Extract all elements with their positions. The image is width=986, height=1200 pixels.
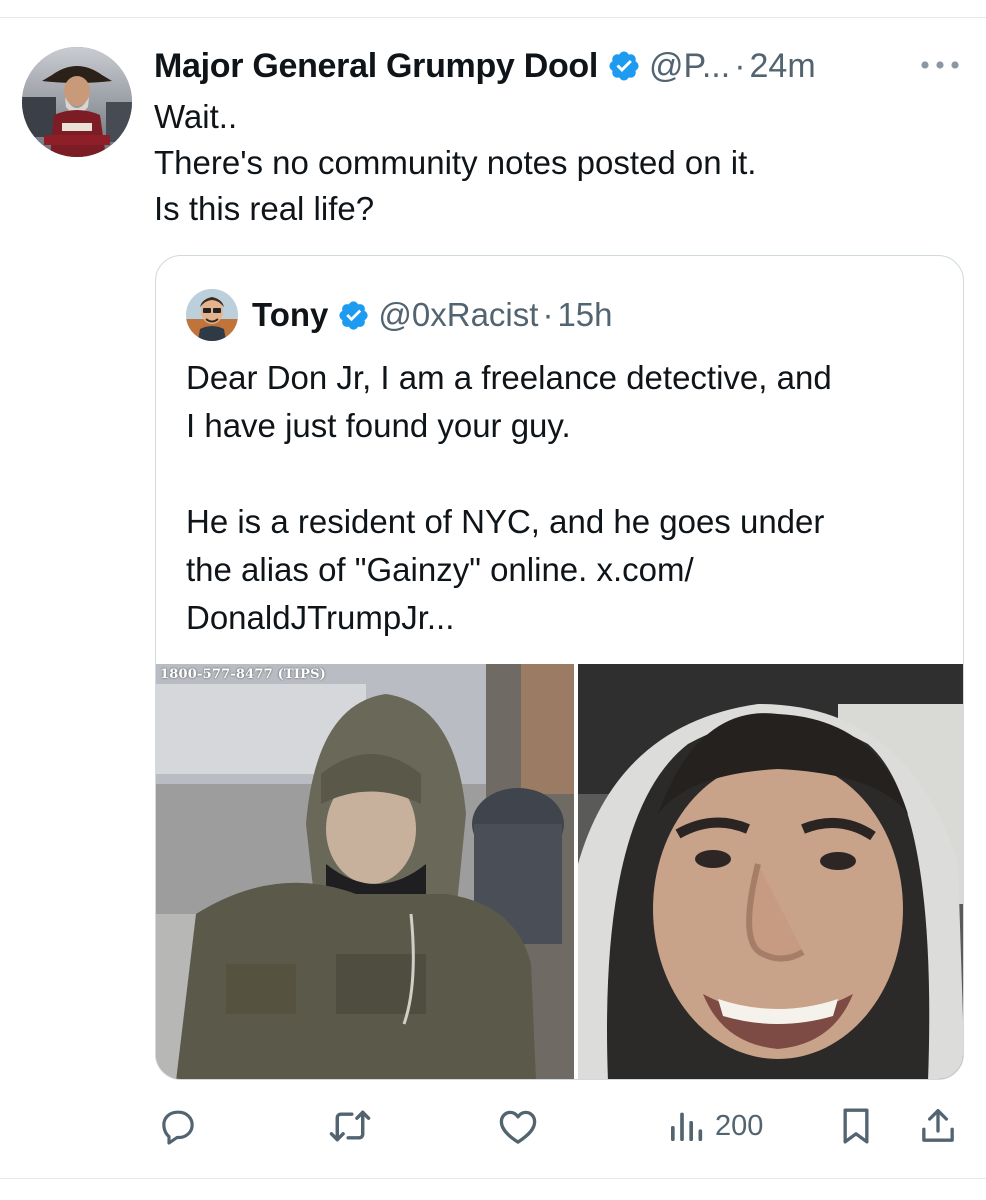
quoted-tweet-card[interactable]: Tony @0xRacist · 15h Dear Don Jr, I am a f… [155, 255, 964, 1080]
tweet-text-line: Wait.. [154, 98, 238, 135]
quoted-text-line[interactable]: the alias of "Gainzy" online. x.com/ [186, 546, 946, 594]
retweet-icon [329, 1110, 371, 1142]
separator-dot: · [734, 46, 746, 85]
like-icon [499, 1110, 537, 1144]
views-count: 200 [715, 1109, 764, 1142]
share-button[interactable] [918, 1098, 958, 1154]
verified-badge-icon [607, 49, 641, 83]
quoted-text-line: He is a resident of NYC, and he goes und… [186, 503, 825, 540]
quoted-text-line: Dear Don Jr, I am a freelance detective,… [186, 359, 832, 396]
selfie-photo[interactable] [578, 664, 963, 1079]
selfie-photo-image [578, 664, 963, 1079]
quoted-tweet-timestamp[interactable]: 15h [557, 296, 612, 333]
bottom-divider [0, 1178, 986, 1179]
surveillance-photo-image [156, 664, 574, 1079]
verified-badge-icon [337, 299, 370, 332]
bookmark-button[interactable] [838, 1098, 874, 1154]
views-icon [671, 1112, 703, 1141]
tweet-timestamp[interactable]: 24m [750, 47, 816, 86]
tweet-action-bar: 200 [0, 1098, 986, 1154]
tweet-text-line: There's no community notes posted on it. [154, 144, 757, 181]
quoted-tweet-header: Tony @0xRacist · 15h [186, 288, 613, 342]
quoted-avatar-image [186, 289, 238, 341]
reply-button[interactable] [158, 1098, 198, 1154]
like-button[interactable] [497, 1098, 539, 1154]
tweet-text-line: Is this real life? [154, 190, 375, 227]
retweet-button[interactable] [328, 1098, 372, 1154]
tweet-text: Wait.. There's no community notes posted… [154, 94, 954, 232]
top-divider [0, 17, 986, 18]
avatar-image [22, 47, 132, 157]
author-display-name[interactable]: Major General Grumpy Dool [154, 47, 598, 86]
quoted-text-line: I have just found your guy. [186, 407, 571, 444]
share-icon [922, 1109, 954, 1142]
more-horizontal-icon[interactable] [919, 58, 961, 72]
surveillance-photo[interactable]: 1800-577-8477 (TIPS) [156, 664, 574, 1079]
quoted-text-link[interactable]: DonaldJTrumpJr... [186, 594, 946, 642]
quoted-tweet-text: Dear Don Jr, I am a freelance detective,… [186, 354, 946, 642]
separator-dot: · [542, 296, 554, 333]
bookmark-icon [843, 1108, 869, 1144]
quoted-media-grid: 1800-577-8477 (TIPS) [156, 664, 963, 1079]
quoted-author-handle[interactable]: @0xRacist [378, 296, 538, 333]
tips-hotline-caption: 1800-577-8477 (TIPS) [160, 667, 327, 682]
views-button[interactable]: 200 [667, 1098, 763, 1154]
tweet-header: Major General Grumpy Dool @P... · 24m [154, 42, 816, 90]
reply-icon [162, 1110, 194, 1145]
author-handle[interactable]: @P... [649, 47, 730, 86]
author-avatar[interactable] [22, 47, 132, 157]
quoted-author-avatar[interactable] [186, 289, 238, 341]
quoted-author-display-name[interactable]: Tony [252, 296, 328, 334]
quoted-text-line [186, 450, 946, 498]
